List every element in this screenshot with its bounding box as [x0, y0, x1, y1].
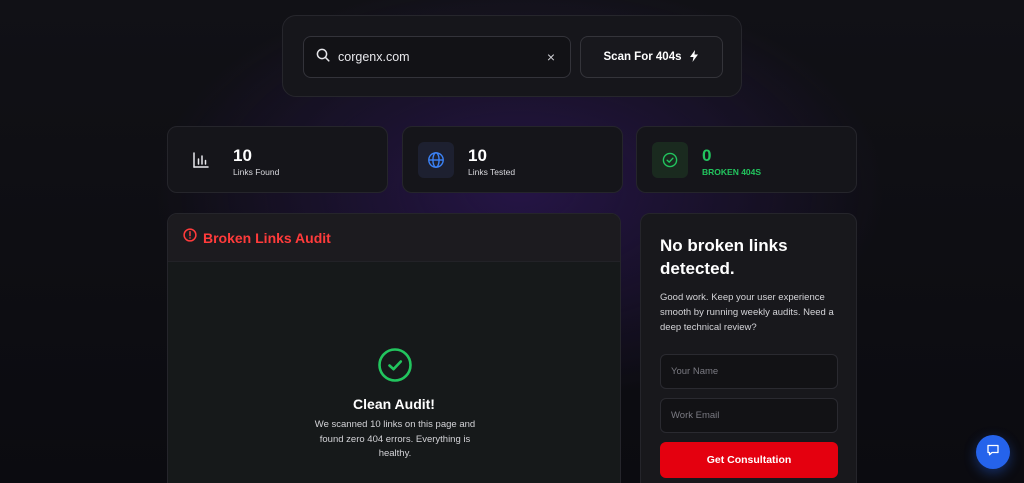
- consultation-title: No broken links detected.: [660, 236, 788, 278]
- scan-button-label: Scan For 404s: [603, 51, 682, 63]
- audit-body: Clean Audit! We scanned 10 links on this…: [168, 262, 620, 483]
- lightning-icon: [689, 49, 699, 65]
- success-check-icon: [377, 347, 413, 383]
- check-circle-icon: [652, 142, 688, 178]
- clear-search-icon[interactable]: ×: [544, 49, 558, 65]
- stat-label: BROKEN 404S: [702, 167, 762, 177]
- globe-icon: [418, 142, 454, 178]
- stat-value: 0: [702, 146, 712, 165]
- consultation-panel: No broken links detected. Good work. Kee…: [640, 213, 857, 483]
- audit-header: Broken Links Audit: [168, 214, 620, 262]
- stat-card-links-found: 10 Links Found: [167, 126, 388, 193]
- chat-button[interactable]: [976, 435, 1010, 469]
- email-field[interactable]: [660, 398, 838, 433]
- bar-chart-icon: [183, 142, 219, 178]
- clean-audit-description: We scanned 10 links on this page and fou…: [314, 419, 476, 459]
- stat-card-broken-404s: 0 BROKEN 404S: [636, 126, 857, 193]
- search-input[interactable]: [338, 50, 544, 64]
- search-icon: [316, 48, 330, 67]
- stat-value: 10: [468, 146, 487, 165]
- audit-title: Broken Links Audit: [203, 229, 331, 246]
- name-field[interactable]: [660, 354, 838, 389]
- get-consultation-button[interactable]: Get Consultation: [660, 442, 838, 478]
- chat-icon: [986, 443, 1000, 462]
- audit-panel: Broken Links Audit Clean Audit! We scann…: [167, 213, 621, 483]
- search-panel: × Scan For 404s: [282, 15, 742, 97]
- consultation-description: Good work. Keep your user experience smo…: [660, 292, 834, 333]
- stat-label: Links Tested: [468, 167, 516, 177]
- alert-circle-icon: [183, 228, 197, 247]
- stat-value: 10: [233, 146, 252, 165]
- search-box[interactable]: ×: [303, 36, 571, 78]
- clean-audit-title: Clean Audit!: [353, 396, 435, 412]
- stat-label: Links Found: [233, 167, 280, 177]
- stat-card-links-tested: 10 Links Tested: [402, 126, 623, 193]
- scan-button[interactable]: Scan For 404s: [580, 36, 723, 78]
